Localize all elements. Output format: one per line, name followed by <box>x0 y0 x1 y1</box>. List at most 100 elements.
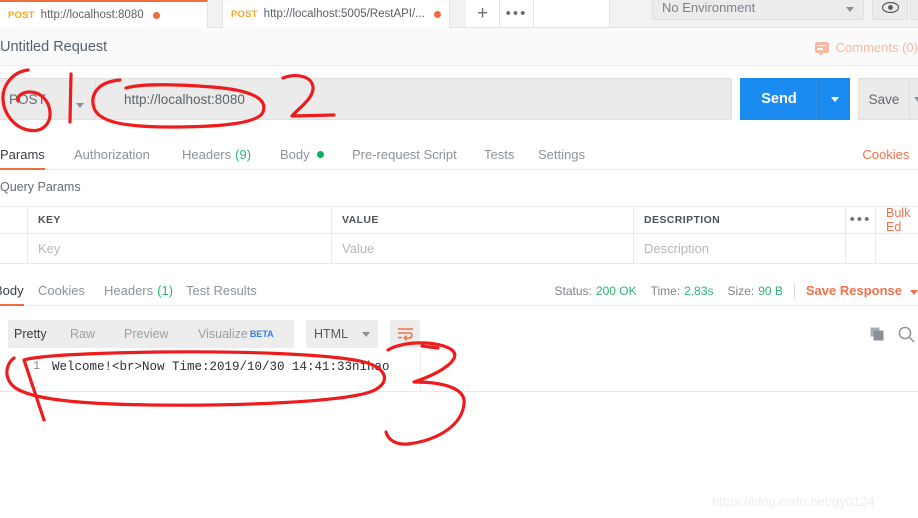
response-tab-test-results[interactable]: Test Results <box>186 276 257 305</box>
format-selected-label: HTML <box>314 327 349 341</box>
environment-select[interactable]: No Environment <box>652 0 864 20</box>
tab-label: Pre-request Script <box>352 147 457 162</box>
unsaved-dot-icon <box>433 10 441 18</box>
view-tab-pretty[interactable]: Pretty <box>14 320 47 348</box>
view-tab-raw[interactable]: Raw <box>70 320 95 348</box>
comments-button[interactable]: Comments (0) <box>814 40 918 56</box>
response-tab-body[interactable]: Body <box>0 276 24 306</box>
chevron-down-icon <box>362 331 370 337</box>
copy-icon <box>870 327 884 341</box>
tab-body[interactable]: Body <box>280 140 324 169</box>
request-right-links: Cookies Co <box>862 140 918 169</box>
tab-label: Visualize <box>198 327 248 341</box>
response-view-toolbar: Pretty Raw Preview Visualize BETA HTML <box>0 318 918 352</box>
word-wrap-button[interactable] <box>390 320 420 348</box>
divider <box>793 282 795 299</box>
response-meta: Status: 200 OK Time: 2.83s Size: 90 B Sa… <box>555 276 918 305</box>
query-params-label: Query Params <box>0 180 81 194</box>
send-button[interactable]: Send <box>740 78 818 120</box>
tab-url-label: http://localhost:8080 <box>40 9 144 21</box>
param-description-input[interactable]: Description <box>634 234 846 263</box>
request-title-row: Untitled Request Comments (0) <box>0 28 918 66</box>
url-input[interactable]: http://localhost:8080 <box>96 78 732 120</box>
status-value: 200 OK <box>595 283 637 298</box>
search-response-button[interactable] <box>898 326 915 346</box>
tab-headers[interactable]: Headers (9) <box>182 140 251 169</box>
send-options-button[interactable] <box>818 78 850 120</box>
row-checkbox-cell[interactable] <box>0 234 28 263</box>
tab-params[interactable]: Params <box>0 140 45 170</box>
table-row: Key Value Description <box>0 234 918 264</box>
tab-method-label: POST <box>8 9 35 21</box>
tab-label: Authorization <box>74 147 150 162</box>
size-value: 90 B <box>758 283 783 298</box>
environment-settings-button[interactable] <box>910 0 918 20</box>
param-value-input[interactable]: Value <box>332 234 634 263</box>
tab-label: Params <box>0 147 45 162</box>
request-section-tabs: Params Authorization Headers (9) Body Pr… <box>0 140 918 170</box>
tab-label: Headers <box>182 147 232 162</box>
response-body-line: Welcome!<br>Now Time:2019/10/30 14:41:33… <box>52 360 390 374</box>
size-label: Size: <box>727 283 755 298</box>
save-options-button[interactable] <box>910 78 918 120</box>
view-tab-visualize[interactable]: Visualize BETA <box>198 320 274 348</box>
http-method-select[interactable]: POST <box>0 78 96 120</box>
tab-settings[interactable]: Settings <box>538 140 585 169</box>
ellipsis-icon: ••• <box>505 4 528 22</box>
tab-label: Raw <box>70 327 96 341</box>
response-tab-cookies[interactable]: Cookies <box>38 276 85 305</box>
new-tab-button[interactable]: + <box>466 0 500 27</box>
code-divider <box>420 352 421 391</box>
table-header-row: KEY VALUE DESCRIPTION ••• Bulk Ed <box>0 206 918 234</box>
tab-authorization[interactable]: Authorization <box>74 140 150 169</box>
tab-label: Pretty <box>14 327 47 341</box>
param-key-input[interactable]: Key <box>28 234 332 263</box>
request-tab-strip: POST http://localhost:8080 POST http://l… <box>0 0 918 28</box>
environment-quick-look-button[interactable] <box>872 0 908 20</box>
comments-label: Comments (0) <box>835 40 918 55</box>
chevron-down-icon <box>76 97 84 111</box>
response-body-viewer[interactable]: 1 Welcome!<br>Now Time:2019/10/30 14:41:… <box>0 352 918 392</box>
tab-pre-request-script[interactable]: Pre-request Script <box>352 140 457 169</box>
search-icon <box>898 326 915 343</box>
response-tab-headers[interactable]: Headers (1) <box>104 276 173 305</box>
tab-tests[interactable]: Tests <box>484 140 514 169</box>
comment-icon <box>814 42 829 56</box>
cookies-link[interactable]: Cookies <box>862 147 909 162</box>
response-format-select[interactable]: HTML <box>306 320 378 348</box>
tab-label: Headers <box>104 283 154 298</box>
eye-icon <box>881 1 899 13</box>
row-spacer-2 <box>876 234 918 263</box>
tab-label: Body <box>280 147 310 162</box>
tab-label: Cookies <box>38 283 85 298</box>
time-value: 2.83s <box>684 283 714 298</box>
row-spacer <box>846 234 876 263</box>
select-all-checkbox-cell[interactable] <box>0 207 28 233</box>
environment-selected-label: No Environment <box>662 0 756 15</box>
response-tabs-bar: Body Cookies Headers (1) Test Results St… <box>0 276 918 306</box>
tabstrip-filler <box>534 0 610 27</box>
body-present-dot-icon <box>316 151 324 158</box>
copy-button[interactable] <box>870 327 886 346</box>
chevron-down-icon <box>846 0 854 15</box>
tab-method-label: POST <box>231 8 258 20</box>
chevron-down-icon[interactable] <box>910 284 918 298</box>
chevron-down-icon <box>830 96 839 102</box>
save-button[interactable]: Save <box>858 78 910 120</box>
column-header-description: DESCRIPTION <box>634 207 846 233</box>
tab-label: Preview <box>124 327 169 341</box>
table-options-button[interactable]: ••• <box>846 207 876 233</box>
bulk-edit-link[interactable]: Bulk Ed <box>876 206 918 234</box>
request-tab-1[interactable]: POST http://localhost:8080 <box>0 0 208 28</box>
tab-overflow-menu-button[interactable]: ••• <box>500 0 534 27</box>
http-method-label: POST <box>9 91 46 107</box>
url-bar: POST http://localhost:8080 Send Save <box>0 78 918 120</box>
view-tab-preview[interactable]: Preview <box>124 320 168 348</box>
chevron-down-icon <box>914 96 918 102</box>
tab-label: Settings <box>538 147 585 162</box>
watermark: https://blog.csdn.net/gy0124 <box>712 494 875 509</box>
save-response-button[interactable]: Save Response <box>806 283 902 298</box>
unsaved-dot-icon <box>152 11 160 19</box>
page-title: Untitled Request <box>0 39 108 55</box>
request-tab-2[interactable]: POST http://localhost:5005/RestAPI/... <box>222 0 450 28</box>
